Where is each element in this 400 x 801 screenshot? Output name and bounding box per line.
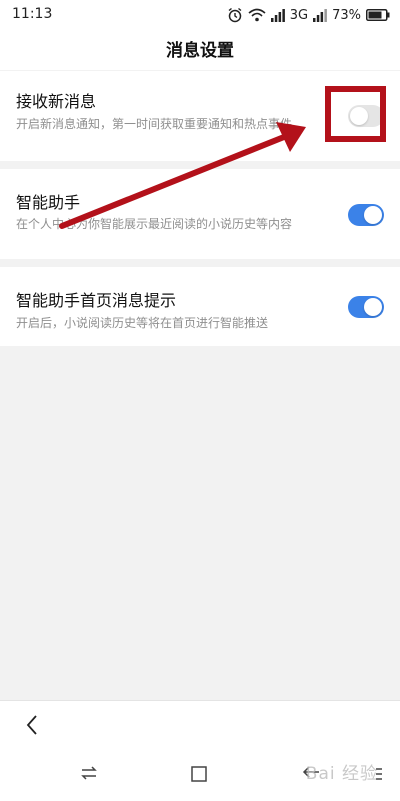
wifi-icon bbox=[248, 8, 266, 22]
setting-title: 智能助手首页消息提示 bbox=[16, 291, 177, 310]
alarm-icon bbox=[228, 7, 242, 23]
annotation-highlight-box bbox=[325, 86, 386, 142]
status-bar: 11:13 3G 73% bbox=[0, 0, 400, 30]
signal-icon bbox=[270, 9, 285, 22]
setting-description: 在个人中心为你智能展示最近阅读的小说历史等内容 bbox=[16, 217, 293, 231]
network-type: 3G bbox=[289, 7, 309, 23]
switch-apps-icon[interactable] bbox=[80, 765, 98, 781]
setting-smart-assistant-home-tips: 智能助手首页消息提示 开启后，小说阅读历史等将在首页进行智能推送 bbox=[0, 267, 400, 346]
setting-description: 开启后，小说阅读历史等将在首页进行智能推送 bbox=[16, 316, 269, 330]
smart-assistant-home-tips-toggle[interactable] bbox=[348, 296, 384, 318]
status-icons: 3G 73% bbox=[227, 5, 390, 25]
page-header: 消息设置 bbox=[0, 30, 400, 70]
battery-icon bbox=[366, 9, 390, 21]
setting-title: 接收新消息 bbox=[16, 92, 97, 111]
page-title: 消息设置 bbox=[166, 41, 234, 61]
toggle-knob bbox=[364, 206, 382, 224]
watermark: Bai 经验 bbox=[305, 764, 378, 784]
home-square-icon[interactable] bbox=[191, 766, 207, 782]
smart-assistant-toggle[interactable] bbox=[348, 204, 384, 226]
bottom-area: Bai 经验 bbox=[0, 700, 400, 801]
signal-icon bbox=[313, 9, 327, 22]
back-chevron-icon[interactable] bbox=[24, 713, 40, 737]
toggle-knob bbox=[364, 298, 382, 316]
setting-title: 智能助手 bbox=[16, 193, 81, 212]
setting-smart-assistant: 智能助手 在个人中心为你智能展示最近阅读的小说历史等内容 bbox=[0, 169, 400, 259]
status-time: 11:13 bbox=[12, 6, 53, 22]
battery-level: 73% bbox=[332, 7, 361, 23]
setting-description: 开启新消息通知，第一时间获取重要通知和热点事件 bbox=[16, 117, 293, 131]
